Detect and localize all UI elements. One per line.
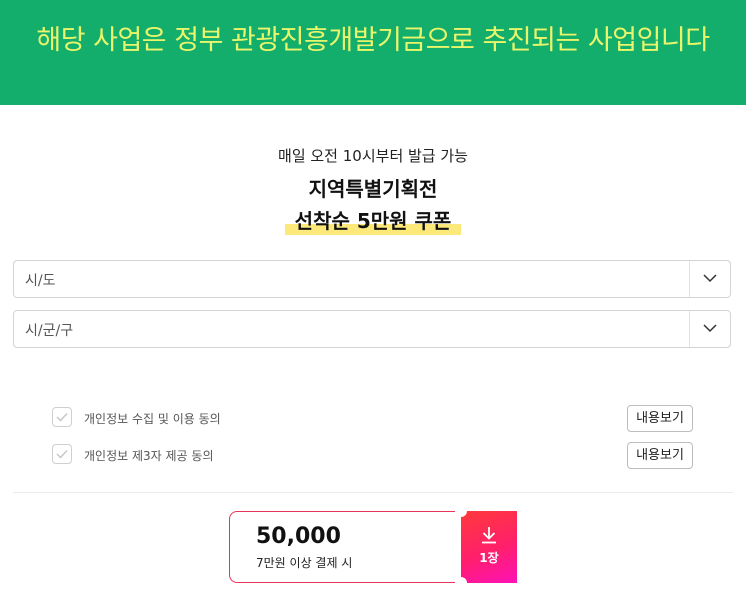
chevron-down-icon: [703, 274, 717, 283]
promo-subtitle: 매일 오전 10시부터 발급 가능: [278, 147, 468, 165]
chevron-down-icon: [703, 324, 717, 333]
region-select-arrow[interactable]: [689, 261, 730, 297]
third-party-view-button[interactable]: 내용보기: [627, 442, 693, 469]
coupon-card[interactable]: 50,000 7만원 이상 결제 시 1장: [229, 505, 517, 589]
privacy-collect-label: 개인정보 수집 및 이용 동의: [84, 412, 221, 426]
district-select-arrow[interactable]: [689, 311, 730, 347]
check-icon: [56, 449, 68, 459]
third-party-label: 개인정보 제3자 제공 동의: [84, 449, 214, 463]
coupon-condition: 7만원 이상 결제 시: [256, 556, 353, 570]
district-select[interactable]: 시/군/구: [13, 310, 731, 348]
top-banner: 해당 사업은 정부 관광진흥개발기금으로 추진되는 사업입니다: [0, 0, 746, 105]
promo-title-highlight: 선착순 5만원 쿠폰: [284, 205, 462, 235]
coupon-notch-bottom: [455, 577, 467, 589]
section-divider: [13, 492, 733, 493]
coupon-count: 1장: [479, 551, 499, 565]
promo-title: 지역특별기획전: [308, 177, 438, 201]
coupon-body: 50,000 7만원 이상 결제 시: [229, 511, 461, 583]
download-icon: [482, 527, 496, 544]
check-icon: [56, 412, 68, 422]
privacy-collect-checkbox[interactable]: [52, 407, 72, 427]
district-select-label: 시/군/구: [25, 323, 74, 339]
banner-text: 해당 사업은 정부 관광진흥개발기금으로 추진되는 사업입니다: [36, 25, 710, 56]
promo-title-highlight-wrap: 선착순 5만원 쿠폰: [0, 205, 746, 235]
region-select[interactable]: 시/도: [13, 260, 731, 298]
coupon-notch-top: [455, 505, 467, 517]
coupon-download-button[interactable]: 1장: [461, 511, 517, 583]
privacy-collect-view-button[interactable]: 내용보기: [627, 405, 693, 432]
third-party-checkbox[interactable]: [52, 444, 72, 464]
coupon-amount: 50,000: [256, 524, 341, 549]
region-select-label: 시/도: [25, 273, 56, 289]
